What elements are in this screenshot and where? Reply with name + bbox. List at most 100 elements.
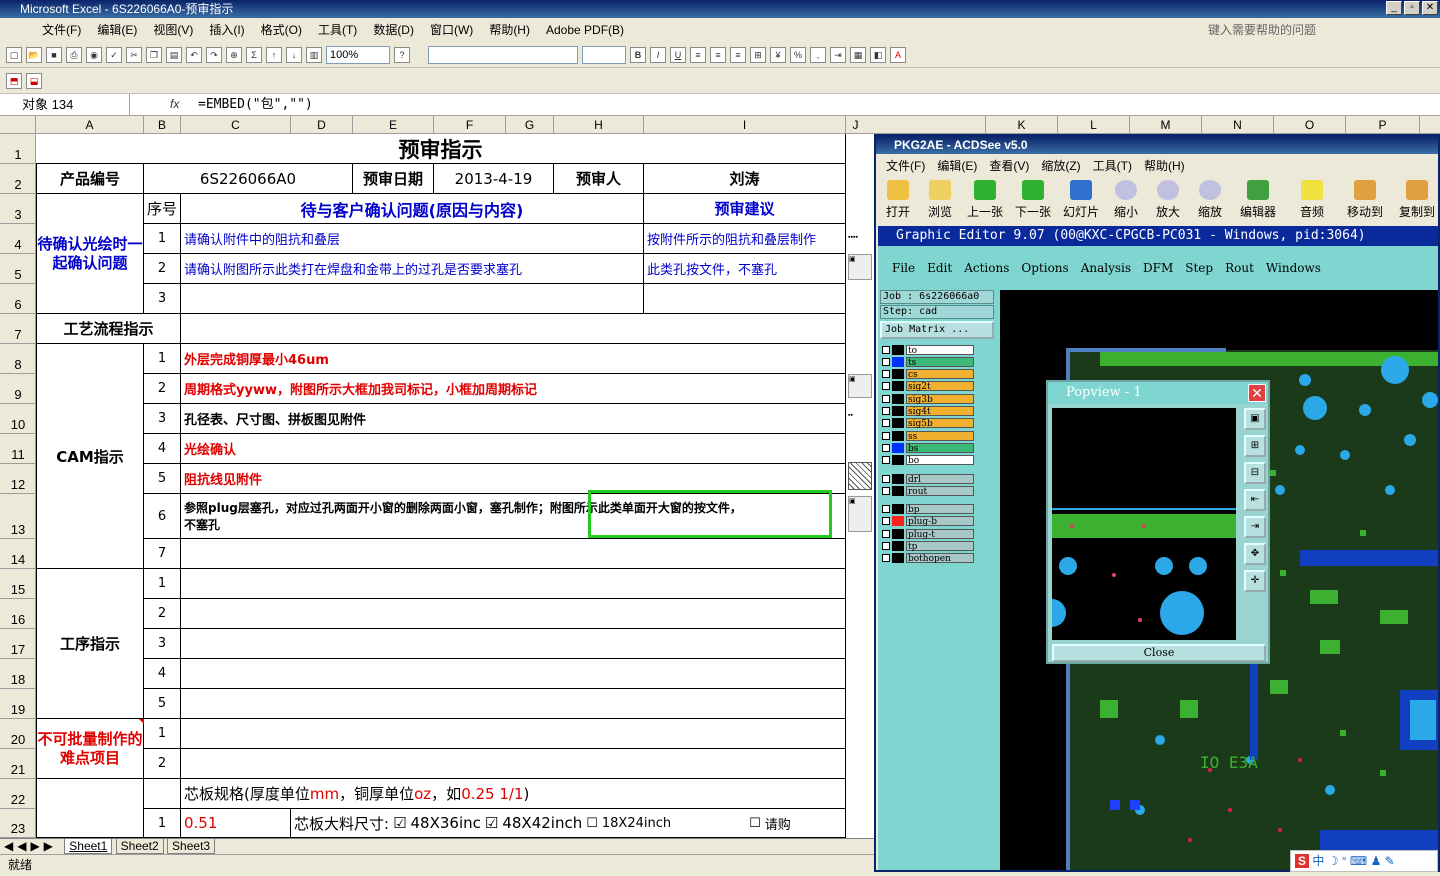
acd-zoom-out-button[interactable]: 缩小 [1106, 178, 1146, 222]
row-header[interactable]: 7 [0, 314, 36, 344]
font-size-select[interactable] [582, 45, 626, 64]
process-step-text[interactable] [181, 689, 846, 719]
menu-window[interactable]: 窗口(W) [422, 18, 481, 42]
acd-prev-button[interactable]: 上一张 [962, 178, 1008, 222]
row-header[interactable]: 9 [0, 374, 36, 404]
acd-slideshow-button[interactable]: 幻灯片 [1058, 178, 1104, 222]
acd-editor-button[interactable]: 编辑器 [1232, 178, 1284, 222]
cam-item-text[interactable]: 周期格式yyww，附图所示大框加我司标记，小框加周期标记 [181, 374, 846, 404]
column-header[interactable]: K [986, 116, 1058, 134]
acd-menu-file[interactable]: 文件(F) [880, 156, 931, 176]
row-header[interactable]: 1 [0, 134, 36, 164]
acd-menu-zoom[interactable]: 缩放(Z) [1035, 156, 1086, 176]
font-name-select[interactable] [428, 45, 578, 64]
comment-indicator[interactable] [139, 719, 144, 724]
cut-icon[interactable]: ✂ [126, 46, 142, 63]
formula-input[interactable]: =EMBED("包","") [198, 94, 313, 115]
fx-icon[interactable]: fx [170, 94, 179, 115]
process-step-no[interactable]: 3 [144, 629, 181, 659]
row-header[interactable]: 4 [0, 224, 36, 254]
popview-zoom-out-icon[interactable]: ⊟ [1244, 462, 1266, 484]
sum-icon[interactable]: Σ [246, 46, 262, 63]
core-spec-header[interactable]: 芯板规格(厚度单位 mm ，铜厚单位 oz ，如 0.25 1/1) [181, 779, 846, 809]
cam-item-no[interactable]: 1 [144, 344, 181, 374]
menu-edit[interactable]: 编辑(E) [89, 18, 145, 42]
popview-home-icon[interactable]: ⇥ [1244, 516, 1266, 538]
embedded-object[interactable]: ▪▪ [848, 412, 872, 422]
column-header[interactable]: I [644, 116, 846, 134]
column-header[interactable]: O [1274, 116, 1346, 134]
acd-audio-button[interactable]: 音频 [1286, 178, 1338, 222]
hyperlink-icon[interactable]: ⊕ [226, 46, 242, 63]
menu-view[interactable]: 视图(V) [145, 18, 201, 42]
column-header[interactable]: A [36, 116, 144, 134]
advice-header[interactable]: 预审建议 [644, 194, 846, 224]
acd-open-button[interactable]: 打开 [878, 178, 918, 222]
indent-icon[interactable]: ⇥ [830, 46, 846, 63]
print-icon[interactable]: ⎙ [66, 46, 82, 63]
difficult-item-text[interactable] [181, 719, 846, 749]
underline-icon[interactable]: U [670, 46, 686, 63]
acd-move-button[interactable]: 移动到 [1340, 178, 1390, 222]
acd-copy-button[interactable]: 复制到 [1392, 178, 1438, 222]
embedded-object[interactable] [848, 462, 872, 490]
checkbox-48x42[interactable]: ☑ [485, 814, 498, 832]
process-step-no[interactable]: 4 [144, 659, 181, 689]
confirm-item-no[interactable]: 2 [144, 254, 181, 284]
popview-close-icon[interactable]: ✕ [1248, 384, 1266, 402]
difficult-section-label[interactable]: 不可批量制作的难点项目 [36, 719, 144, 779]
menu-data[interactable]: 数据(D) [365, 18, 422, 42]
select-all-corner[interactable] [0, 116, 36, 134]
popview-window[interactable]: Popview - 1 ✕ ▣ ⊞ ⊟ ⇤ ⇥ ✥ ✛ Close [1046, 380, 1270, 664]
row-header[interactable]: 19 [0, 689, 36, 719]
acd-next-button[interactable]: 下一张 [1010, 178, 1056, 222]
tab-sheet3[interactable]: Sheet3 [167, 838, 216, 854]
cam-item-text[interactable]: 外层完成铜厚最小46um [181, 344, 846, 374]
embedded-object[interactable]: ▣ [848, 254, 872, 280]
checkbox-18x24[interactable]: ☐ [586, 816, 598, 831]
acd-zoom-in-button[interactable]: 放大 [1148, 178, 1188, 222]
core-thickness-value[interactable]: 0.51 [181, 809, 291, 838]
align-center-icon[interactable]: ≡ [710, 46, 726, 63]
column-header[interactable]: C [181, 116, 291, 134]
cam-item-no[interactable]: 4 [144, 434, 181, 464]
sheet-title[interactable]: 预审指示 [36, 134, 846, 164]
row-header[interactable]: 20 [0, 719, 36, 749]
column-header[interactable]: E [353, 116, 434, 134]
fill-color-icon[interactable]: ◧ [870, 46, 886, 63]
row-header[interactable]: 17 [0, 629, 36, 659]
restore-button[interactable]: ▫ [1404, 1, 1420, 15]
cam-item-no[interactable]: 6 [144, 494, 181, 539]
ime-toolbar[interactable]: S 中 ☽ ° ⌨ ♟ ✎ [1290, 850, 1438, 872]
menu-tools[interactable]: 工具(T) [310, 18, 365, 42]
row-header[interactable]: 13 [0, 494, 36, 539]
percent-icon[interactable]: % [790, 46, 806, 63]
issues-header[interactable]: 待与客户确认问题(原因与内容) [181, 194, 644, 224]
column-header[interactable]: B [144, 116, 181, 134]
column-header[interactable]: F [434, 116, 506, 134]
checkbox-purchase[interactable]: ☐ [749, 816, 761, 831]
process-step-text[interactable] [181, 599, 846, 629]
column-header[interactable]: G [506, 116, 554, 134]
acd-menu-tools[interactable]: 工具(T) [1087, 156, 1138, 176]
review-date-label[interactable]: 预审日期 [353, 164, 434, 194]
tab-sheet2[interactable]: Sheet2 [115, 838, 164, 854]
process-step-text[interactable] [181, 659, 846, 689]
italic-icon[interactable]: I [650, 46, 666, 63]
cam-item-no[interactable]: 5 [144, 464, 181, 494]
popview-zoom-in-icon[interactable]: ⊞ [1244, 435, 1266, 457]
process-flow-label[interactable]: 工艺流程指示 [36, 314, 181, 344]
copy-icon[interactable]: ❐ [146, 46, 162, 63]
paste-icon[interactable]: ▤ [166, 46, 182, 63]
row-header[interactable]: 23 [0, 809, 36, 838]
help-icon[interactable]: ? [394, 46, 410, 63]
confirm-item-advice[interactable] [644, 284, 846, 314]
embedded-object[interactable]: ▪▪▪▪ [848, 234, 872, 248]
confirm-item-issue[interactable] [181, 284, 644, 314]
cam-item-no[interactable]: 3 [144, 404, 181, 434]
row-header[interactable]: 8 [0, 344, 36, 374]
row-header[interactable]: 6 [0, 284, 36, 314]
checkbox-48x36[interactable]: ☑ [393, 814, 406, 832]
seq-header[interactable]: 序号 [144, 194, 181, 224]
acd-zoom-button[interactable]: 缩放 [1190, 178, 1230, 222]
